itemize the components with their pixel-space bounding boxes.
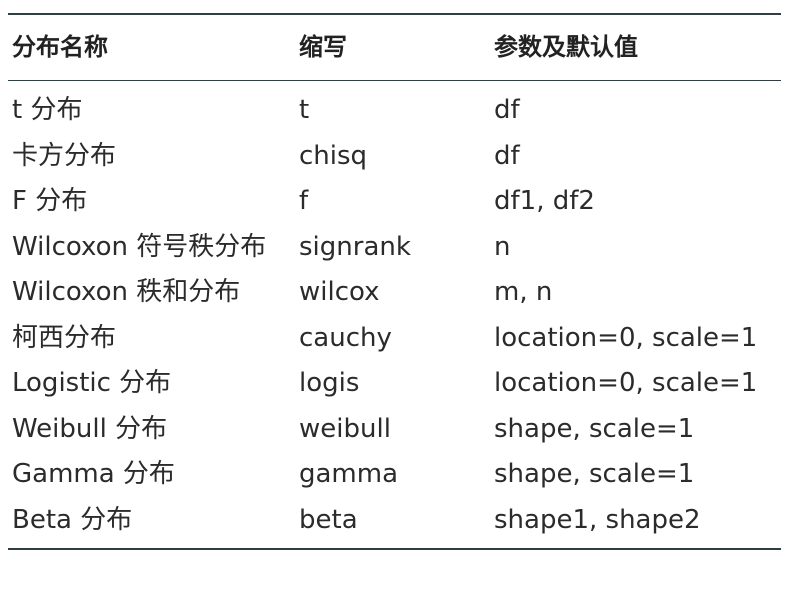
table-row: Logistic 分布 logis location=0, scale=1 <box>8 361 781 407</box>
cell-parameters: df1, df2 <box>494 186 595 216</box>
table-row: Wilcoxon 符号秩分布 signrank n <box>8 225 781 271</box>
table-row: Beta 分布 beta shape1, shape2 <box>8 498 781 549</box>
header-distribution-name: 分布名称 <box>12 33 108 61</box>
header-parameters: 参数及默认值 <box>494 33 638 61</box>
cell-parameters: df <box>494 140 520 171</box>
cell-parameters: shape, scale=1 <box>494 413 695 444</box>
cell-parameters: m, n <box>494 277 553 307</box>
cell-parameters: shape, scale=1 <box>494 459 695 489</box>
cell-abbreviation: weibull <box>299 413 391 444</box>
cell-parameters: location=0, scale=1 <box>494 322 758 353</box>
cell-parameters: shape1, shape2 <box>494 504 701 535</box>
cell-distribution-name: 卡方分布 <box>12 140 117 171</box>
cell-abbreviation: gamma <box>299 459 399 489</box>
cell-distribution-name: Logistic 分布 <box>12 368 172 398</box>
cell-parameters: df <box>494 95 520 125</box>
cell-abbreviation: logis <box>299 368 360 398</box>
cell-abbreviation: f <box>299 186 309 216</box>
cell-distribution-name: Beta 分布 <box>12 504 133 535</box>
table-row: 卡方分布 chisq df <box>8 134 781 180</box>
table-body: t 分布 t df 卡方分布 chisq df F 分布 f df1, df2 … <box>8 81 781 549</box>
header-row: 分布名称 缩写 参数及默认值 <box>8 14 781 81</box>
cell-distribution-name: Wilcoxon 符号秩分布 <box>12 231 267 262</box>
cell-distribution-name: t 分布 <box>12 95 83 125</box>
cell-distribution-name: Gamma 分布 <box>12 459 175 489</box>
cell-abbreviation: cauchy <box>299 322 392 353</box>
table-row: t 分布 t df <box>8 81 781 134</box>
cell-distribution-name: Weibull 分布 <box>12 413 168 444</box>
distribution-table: 分布名称 缩写 参数及默认值 t 分布 t df 卡方分布 chisq df F… <box>8 13 781 550</box>
table-header: 分布名称 缩写 参数及默认值 <box>8 14 781 81</box>
table-row: Gamma 分布 gamma shape, scale=1 <box>8 452 781 498</box>
cell-abbreviation: wilcox <box>299 277 380 307</box>
cell-distribution-name: F 分布 <box>12 186 88 216</box>
table-row: Weibull 分布 weibull shape, scale=1 <box>8 407 781 453</box>
cell-abbreviation: beta <box>299 504 358 535</box>
cell-abbreviation: chisq <box>299 140 368 171</box>
cell-distribution-name: 柯西分布 <box>12 322 117 353</box>
cell-distribution-name: Wilcoxon 秩和分布 <box>12 277 241 307</box>
table-row: 柯西分布 cauchy location=0, scale=1 <box>8 316 781 362</box>
header-abbreviation: 缩写 <box>299 33 347 61</box>
cell-abbreviation: t <box>299 95 310 125</box>
distribution-table-container: 分布名称 缩写 参数及默认值 t 分布 t df 卡方分布 chisq df F… <box>8 13 781 550</box>
table-row: F 分布 f df1, df2 <box>8 179 781 225</box>
table-row: Wilcoxon 秩和分布 wilcox m, n <box>8 270 781 316</box>
cell-abbreviation: signrank <box>299 231 411 262</box>
cell-parameters: location=0, scale=1 <box>494 368 758 398</box>
cell-parameters: n <box>494 231 511 262</box>
